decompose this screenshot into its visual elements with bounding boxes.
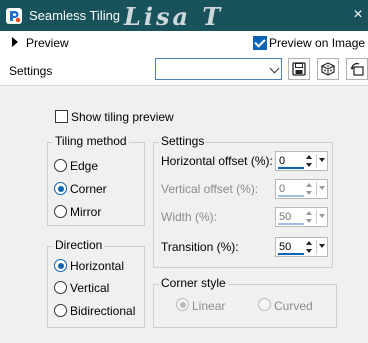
preview-toggle[interactable]: Preview [26, 36, 69, 50]
tiling-mirror-label[interactable]: Mirror [70, 205, 101, 219]
close-button[interactable]: × [350, 6, 366, 24]
transition-label: Transition (%): [161, 240, 239, 254]
spin-down-icon[interactable] [306, 163, 312, 167]
chevron-down-icon[interactable] [316, 240, 326, 254]
width-label: Width (%): [161, 210, 218, 224]
direction-vertical-label[interactable]: Vertical [70, 281, 109, 295]
preview-on-image-checkbox[interactable] [253, 36, 267, 50]
direction-title: Direction [53, 238, 105, 252]
direction-bidirectional-radio[interactable] [54, 304, 67, 317]
spin-up-icon[interactable] [306, 211, 312, 215]
preview-bar: Preview Preview on Image [0, 31, 368, 55]
direction-horizontal-radio[interactable] [54, 259, 67, 272]
chevron-down-icon[interactable] [316, 182, 326, 196]
direction-horizontal-label[interactable]: Horizontal [70, 259, 124, 273]
spin-up-icon[interactable] [306, 241, 312, 245]
corner-linear-label[interactable]: Linear [192, 299, 225, 313]
spin-up-icon[interactable] [306, 155, 312, 159]
width-spinner[interactable]: 50 [275, 207, 328, 227]
reset-button[interactable] [346, 58, 368, 80]
width-bar [278, 223, 304, 225]
randomize-button[interactable] [317, 58, 339, 80]
corner-style-title: Corner style [159, 276, 228, 290]
transition-value[interactable]: 50 [279, 241, 291, 253]
vertical-offset-value[interactable]: 0 [279, 183, 285, 195]
window-title: Seamless Tiling [29, 8, 121, 23]
corner-curved-radio[interactable] [258, 298, 271, 311]
corner-curved-label[interactable]: Curved [274, 299, 313, 313]
tiling-method-title: Tiling method [53, 134, 129, 148]
save-preset-button[interactable] [288, 58, 310, 80]
preset-dropdown[interactable] [155, 58, 282, 80]
save-icon [292, 62, 306, 76]
show-tiling-preview-label[interactable]: Show tiling preview [71, 110, 174, 124]
chevron-down-icon[interactable] [316, 210, 326, 224]
spin-down-icon[interactable] [306, 249, 312, 253]
settings-preset-bar: Settings [0, 55, 368, 85]
corner-linear-radio[interactable] [176, 298, 189, 311]
tiling-edge-label[interactable]: Edge [70, 159, 98, 173]
tiling-corner-radio[interactable] [54, 182, 67, 195]
chevron-down-icon [269, 63, 280, 74]
chevron-down-icon[interactable] [316, 154, 326, 168]
vertical-offset-spinner[interactable]: 0 [275, 179, 328, 199]
direction-bidirectional-label[interactable]: Bidirectional [70, 304, 135, 318]
tiling-mirror-radio[interactable] [54, 205, 67, 218]
width-value[interactable]: 50 [279, 211, 291, 223]
spin-up-icon[interactable] [306, 183, 312, 187]
vertical-offset-bar [278, 195, 304, 197]
spin-down-icon[interactable] [306, 219, 312, 223]
horizontal-offset-spinner[interactable]: 0 [275, 151, 328, 171]
transition-bar [278, 253, 304, 255]
title-bar: Seamless Tiling Lisa T × [0, 0, 368, 31]
horizontal-offset-label: Horizontal offset (%): [161, 154, 273, 168]
main-panel: Show tiling preview Tiling method Edge C… [0, 85, 368, 343]
spin-down-icon[interactable] [306, 191, 312, 195]
app-icon [6, 8, 22, 24]
expand-preview-icon[interactable] [12, 37, 18, 47]
horizontal-offset-value[interactable]: 0 [279, 155, 285, 167]
settings-label: Settings [9, 64, 53, 78]
show-tiling-preview-checkbox[interactable] [55, 110, 68, 123]
horizontal-offset-bar [278, 167, 304, 169]
settings-title: Settings [159, 134, 207, 148]
direction-vertical-radio[interactable] [54, 281, 67, 294]
tiling-edge-radio[interactable] [54, 159, 67, 172]
transition-spinner[interactable]: 50 [275, 237, 328, 257]
watermark: Lisa T [124, 2, 224, 31]
undo-icon [350, 62, 364, 76]
tiling-corner-label[interactable]: Corner [70, 182, 107, 196]
vertical-offset-label: Vertical offset (%): [161, 182, 259, 196]
preview-on-image-label[interactable]: Preview on Image [269, 36, 365, 50]
dice-icon [321, 62, 335, 76]
